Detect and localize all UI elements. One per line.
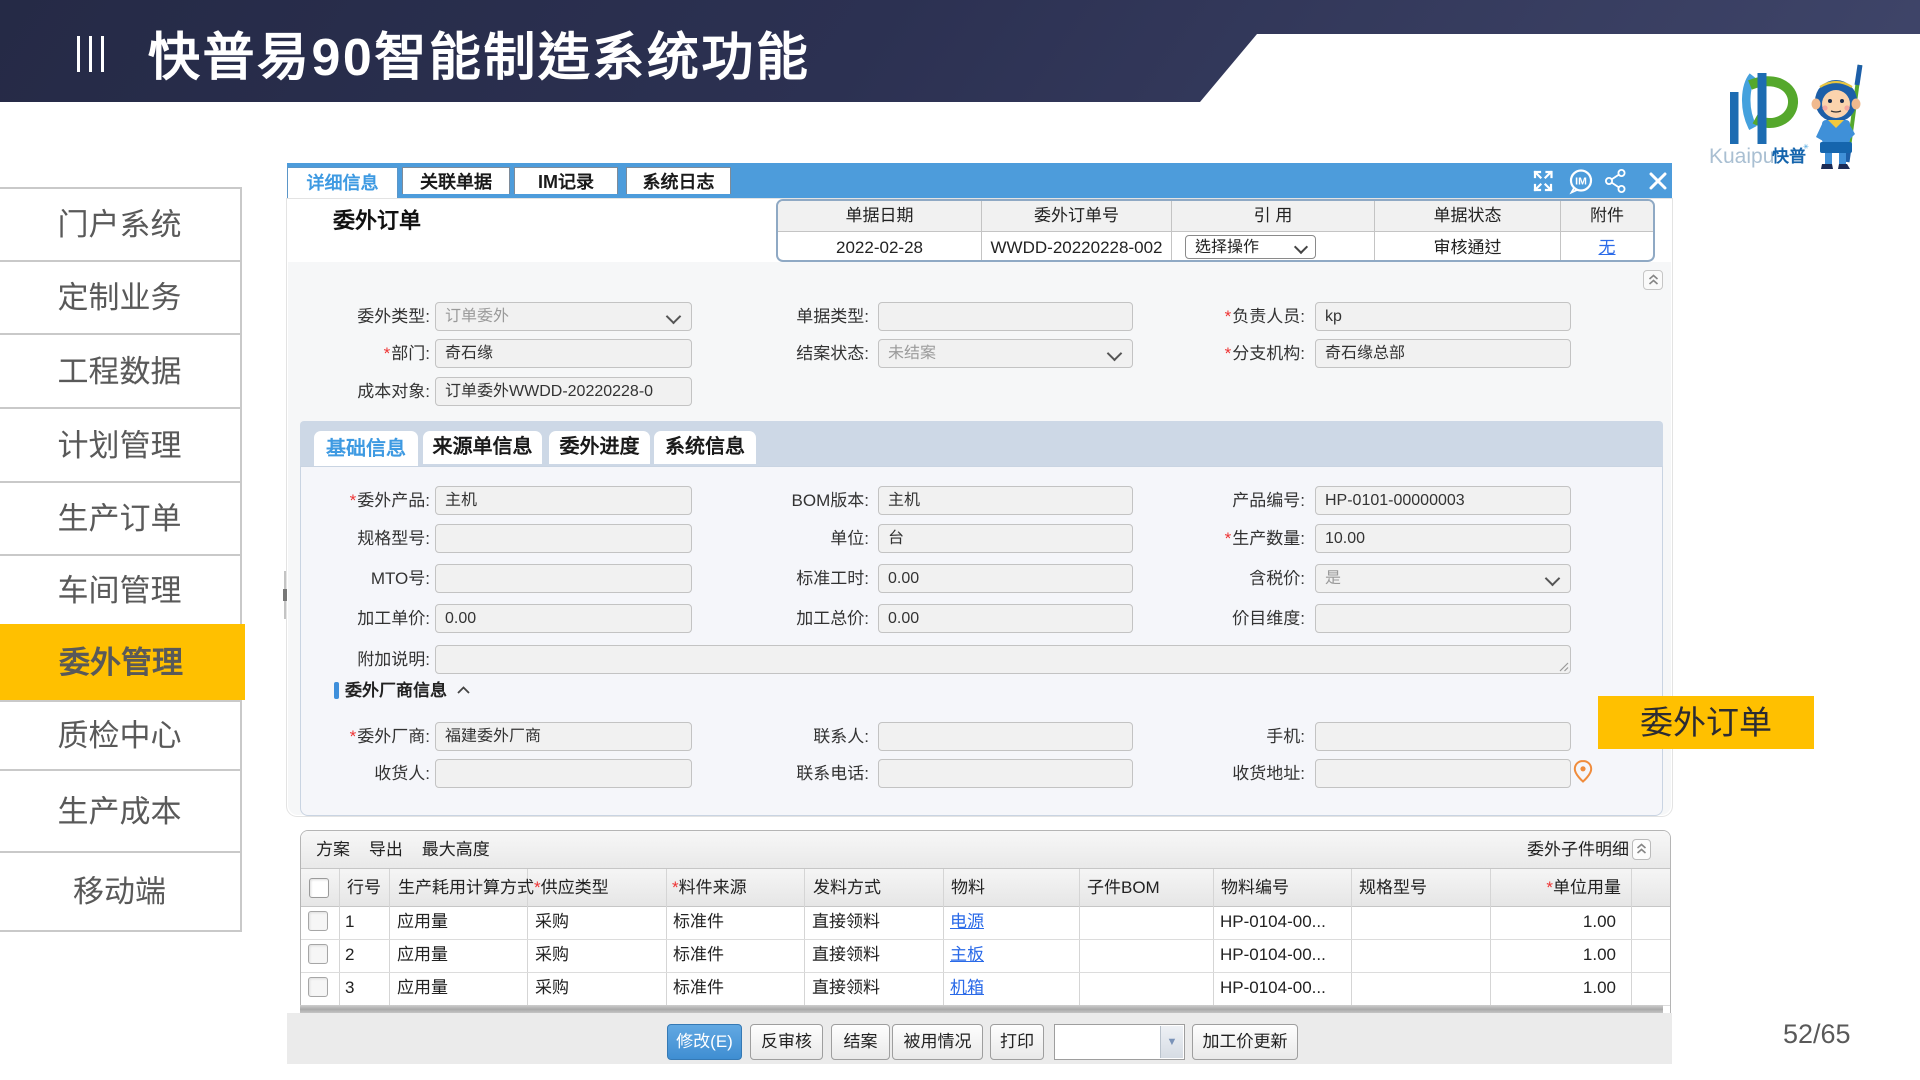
svg-text:✳: ✳ — [1803, 143, 1809, 151]
svg-text:快普: 快普 — [1771, 147, 1806, 166]
svg-text:Kuaipu: Kuaipu — [1709, 145, 1774, 168]
svg-text:IM: IM — [1575, 176, 1587, 188]
